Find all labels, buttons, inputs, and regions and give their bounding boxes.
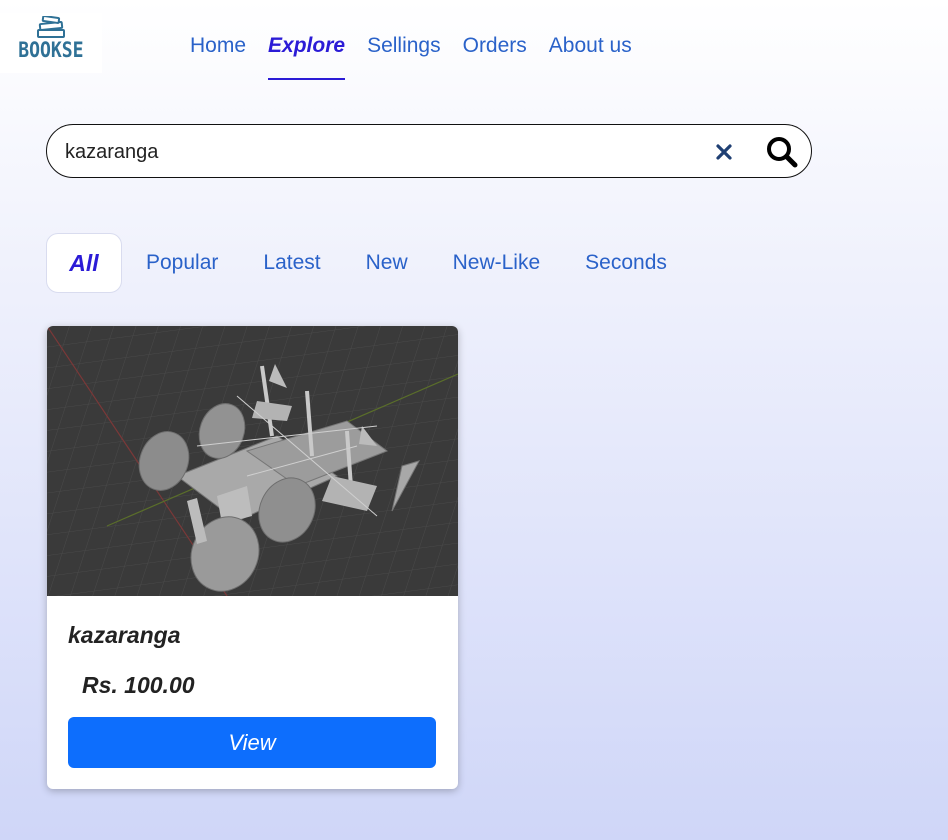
nav-home[interactable]: Home bbox=[190, 34, 246, 80]
search-icon[interactable] bbox=[765, 135, 799, 169]
filter-popular[interactable]: Popular bbox=[146, 251, 218, 275]
product-card: kazaranga Rs. 100.00 View bbox=[47, 326, 458, 789]
view-button[interactable]: View bbox=[68, 717, 436, 768]
search-bar bbox=[46, 124, 812, 179]
close-icon[interactable] bbox=[715, 143, 733, 161]
product-price: Rs. 100.00 bbox=[82, 672, 195, 698]
filter-all[interactable]: All bbox=[46, 233, 122, 293]
product-image[interactable] bbox=[47, 326, 458, 596]
filter-new[interactable]: New bbox=[366, 251, 408, 275]
filter-new-like[interactable]: New-Like bbox=[453, 251, 541, 275]
nav-about-us[interactable]: About us bbox=[549, 34, 632, 80]
nav-orders[interactable]: Orders bbox=[463, 34, 527, 80]
brand-name: BOOKSE bbox=[18, 38, 84, 62]
filter-tabs: All Popular Latest New New-Like Seconds bbox=[46, 233, 712, 293]
product-title: kazaranga bbox=[68, 622, 181, 648]
brand-logo[interactable]: BOOKSE bbox=[0, 13, 102, 73]
search-input[interactable] bbox=[63, 125, 687, 179]
nav-explore[interactable]: Explore bbox=[268, 34, 346, 80]
main-nav: Home Explore Sellings Orders About us bbox=[190, 34, 654, 80]
filter-seconds[interactable]: Seconds bbox=[585, 251, 667, 275]
filter-latest[interactable]: Latest bbox=[263, 251, 320, 275]
nav-sellings[interactable]: Sellings bbox=[367, 34, 441, 80]
books-stack-icon bbox=[37, 16, 65, 38]
